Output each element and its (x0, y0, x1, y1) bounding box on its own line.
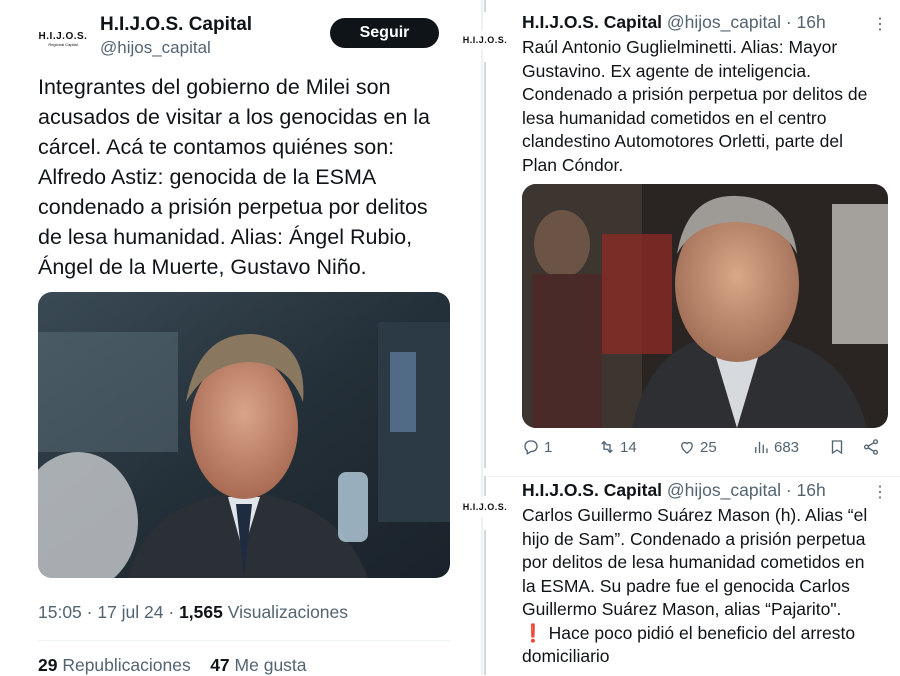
views-button[interactable]: 683 (752, 438, 799, 456)
logo-text: H.I.J.O.S. (462, 35, 508, 45)
tweet-actions: 1 14 25 683 (522, 438, 892, 462)
follow-button[interactable]: Seguir (330, 18, 439, 48)
repost-count: 14 (620, 438, 637, 456)
account-name[interactable]: H.I.J.O.S. Capital (522, 480, 662, 500)
repost-button[interactable]: 14 (598, 438, 637, 456)
share-icon (863, 439, 879, 455)
account-handle[interactable]: @hijos_capital (100, 38, 211, 58)
reply-button[interactable]: 1 (522, 438, 552, 456)
tweet-photo-astiz[interactable] (38, 292, 450, 578)
views-label: Visualizaciones (222, 602, 349, 622)
thread-line (484, 530, 486, 675)
account-logo[interactable]: H.I.J.O.S. (462, 30, 508, 50)
like-button[interactable]: 25 (678, 438, 717, 456)
thread-line (484, 0, 486, 12)
account-name[interactable]: H.I.J.O.S. Capital (522, 12, 662, 32)
like-count: 25 (700, 438, 717, 456)
tweet-photo-guglielminetti[interactable] (522, 184, 888, 428)
logo-subtext: Regional Capital (48, 41, 78, 47)
tweet-header: H.I.J.O.S. Capital @hijos_capital · 16h (522, 12, 826, 33)
panel-divider (481, 0, 483, 675)
heart-icon (681, 441, 693, 454)
tweet-stats: 29 Republicaciones 47 Me gusta (38, 655, 307, 676)
more-options-icon[interactable]: ⋮ (872, 14, 888, 34)
tweet-metadata: 15:05 · 17 jul 24 · 1,565 Visualizacione… (38, 602, 348, 623)
account-name[interactable]: H.I.J.O.S. Capital (100, 14, 252, 36)
account-logo[interactable]: H.I.J.O.S. Regional Capital (38, 28, 88, 50)
reply-count: 1 (544, 438, 553, 456)
thread-line (484, 476, 486, 496)
reply-icon (524, 440, 538, 455)
account-handle-time[interactable]: @hijos_capital · 16h (662, 12, 826, 32)
divider (484, 476, 900, 477)
account-handle-time[interactable]: @hijos_capital · 16h (662, 480, 826, 500)
bar-chart-icon (755, 441, 768, 453)
logo-text: H.I.J.O.S. (462, 502, 508, 512)
tweet-header: H.I.J.O.S. Capital @hijos_capital · 16h (522, 480, 826, 501)
reposts-stat[interactable]: 29 Republicaciones (38, 655, 191, 675)
bookmark-button[interactable] (828, 438, 846, 456)
views-count: 1,565 (179, 602, 223, 622)
tweet-text: Raúl Antonio Guglielminetti. Alias: Mayo… (522, 37, 868, 175)
likes-stat[interactable]: 47 Me gusta (210, 655, 306, 675)
share-button[interactable] (862, 438, 880, 456)
divider (38, 640, 450, 641)
tweet-text: Carlos Guillermo Suárez Mason (h). Alias… (522, 505, 868, 666)
views-count: 683 (774, 438, 800, 456)
tweet-text: Integrantes del gobierno de Milei son ac… (38, 75, 431, 279)
bookmark-icon (831, 440, 843, 455)
account-logo[interactable]: H.I.J.O.S. (462, 497, 508, 517)
repost-icon (601, 440, 613, 454)
logo-text: H.I.J.O.S. (38, 30, 88, 42)
more-options-icon[interactable]: ⋮ (872, 482, 888, 502)
tweet-timestamp[interactable]: 15:05 · 17 jul 24 · (38, 602, 179, 622)
thread-line (484, 62, 486, 468)
